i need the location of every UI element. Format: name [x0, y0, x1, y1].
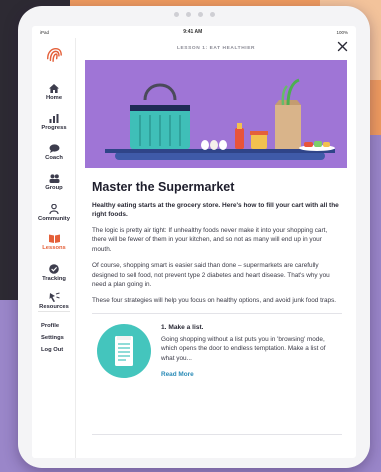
step-card[interactable]: 1. Make a list. Going shopping without a… [92, 323, 342, 381]
step-title: 1. Make a list. [161, 323, 204, 331]
nav-tracking-label: Tracking [42, 276, 66, 282]
app-logo-icon[interactable] [45, 46, 63, 64]
nav-lessons[interactable]: Lessons [32, 234, 76, 251]
check-circle-icon [49, 264, 59, 274]
status-time: 9:41 AM [183, 29, 203, 35]
shopping-list-icon [97, 323, 151, 378]
camera-dot [173, 12, 179, 17]
resources-icon [49, 292, 60, 302]
group-icon [49, 174, 59, 183]
status-carrier: iPad [40, 29, 50, 35]
chat-icon [49, 144, 59, 153]
nav-group[interactable]: Group [32, 174, 76, 191]
nav-coach-label: Coach [45, 155, 63, 161]
article-title: Master the Supermarket [92, 180, 235, 194]
close-icon[interactable] [337, 41, 348, 52]
nav-resources-label: Resources [39, 304, 69, 310]
article-divider [92, 312, 342, 314]
sidebar-link-settings[interactable]: Settings [41, 335, 64, 341]
hero-illustration [85, 60, 347, 168]
camera-dot [197, 12, 203, 17]
tablet-device: iPad 9:41 AM 100% Home Progress Coach Gr… [18, 6, 370, 468]
home-icon [49, 84, 59, 93]
nav-lessons-label: Lessons [42, 245, 66, 251]
status-battery: 100% [336, 29, 348, 35]
nav-home[interactable]: Home [32, 84, 76, 101]
step-body: 1. Make a list. Going shopping without a… [161, 324, 336, 381]
nav-progress[interactable]: Progress [32, 114, 76, 131]
article-paragraph: The logic is pretty air tight: If unheal… [92, 227, 328, 253]
lesson-label: LESSON 1: EAT HEALTHIER [176, 45, 256, 51]
status-bar: iPad 9:41 AM 100% [32, 26, 356, 38]
nav-progress-label: Progress [41, 125, 67, 131]
nav-resources[interactable]: Resources [32, 292, 76, 310]
app-screen: iPad 9:41 AM 100% Home Progress Coach Gr… [32, 26, 356, 458]
sidebar-divider [38, 311, 70, 312]
nav-home-label: Home [45, 95, 63, 101]
nav-community[interactable]: Community [32, 204, 76, 222]
article-subtitle: Healthy eating starts at the grocery sto… [92, 202, 339, 218]
camera-dots [18, 12, 370, 17]
book-icon [48, 234, 60, 243]
sidebar-link-profile[interactable]: Profile [41, 323, 59, 329]
article-paragraph: Of course, shopping smart is easier said… [92, 262, 330, 289]
sidebar-link-logout[interactable]: Log Out [41, 347, 63, 353]
step-text: Going shopping without a list puts you i… [161, 335, 326, 362]
article: Master the Supermarket Healthy eating st… [92, 176, 342, 381]
read-more-link[interactable]: Read More [161, 371, 194, 378]
bar-chart-icon [49, 114, 59, 123]
nav-community-label: Community [38, 216, 70, 222]
nav-group-label: Group [45, 185, 63, 191]
nav-tracking[interactable]: Tracking [32, 264, 76, 282]
nav-coach[interactable]: Coach [32, 144, 76, 161]
camera-dot [209, 12, 215, 17]
article-paragraph: These four strategies will help you focu… [92, 297, 337, 305]
camera-dot [185, 12, 191, 17]
grocery-illustration [85, 60, 347, 168]
bottom-divider [92, 434, 342, 435]
sidebar: Home Progress Coach Group Community Less… [32, 38, 76, 458]
community-icon [49, 204, 59, 214]
lesson-header: LESSON 1: EAT HEALTHIER [76, 38, 356, 58]
